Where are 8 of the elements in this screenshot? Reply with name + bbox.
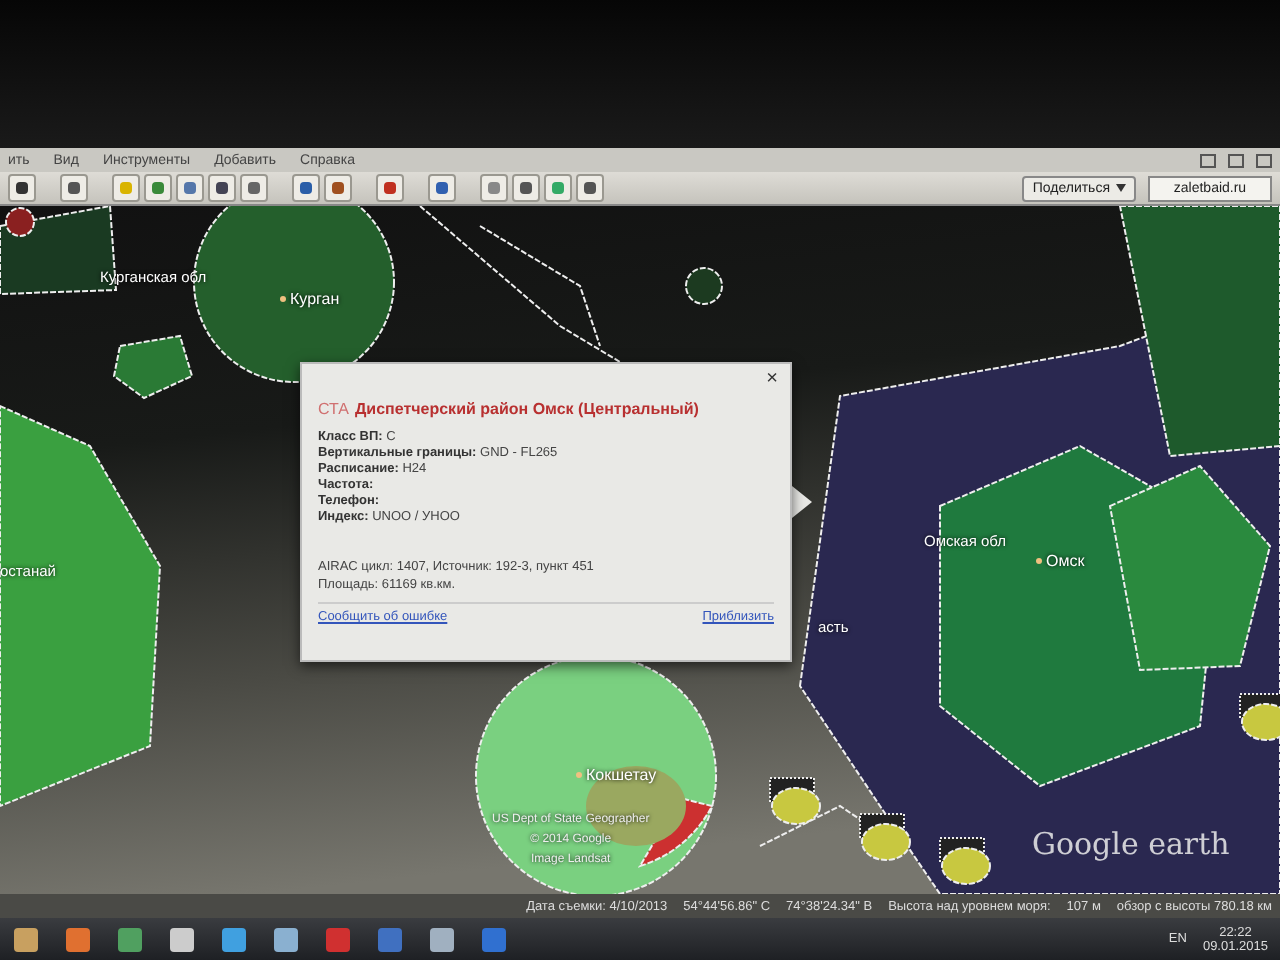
city-label: Курган: [280, 290, 340, 308]
zone-code: СТА: [318, 400, 349, 418]
close-button[interactable]: ×: [766, 370, 778, 390]
logo-text: Google earth: [1032, 826, 1230, 862]
city-label: Кокшетау: [576, 766, 657, 784]
popup-title: Диспетчерский район Омск (Центральный): [354, 400, 699, 418]
caret-icon: [1116, 184, 1126, 192]
city-label: Омск: [1036, 552, 1085, 570]
